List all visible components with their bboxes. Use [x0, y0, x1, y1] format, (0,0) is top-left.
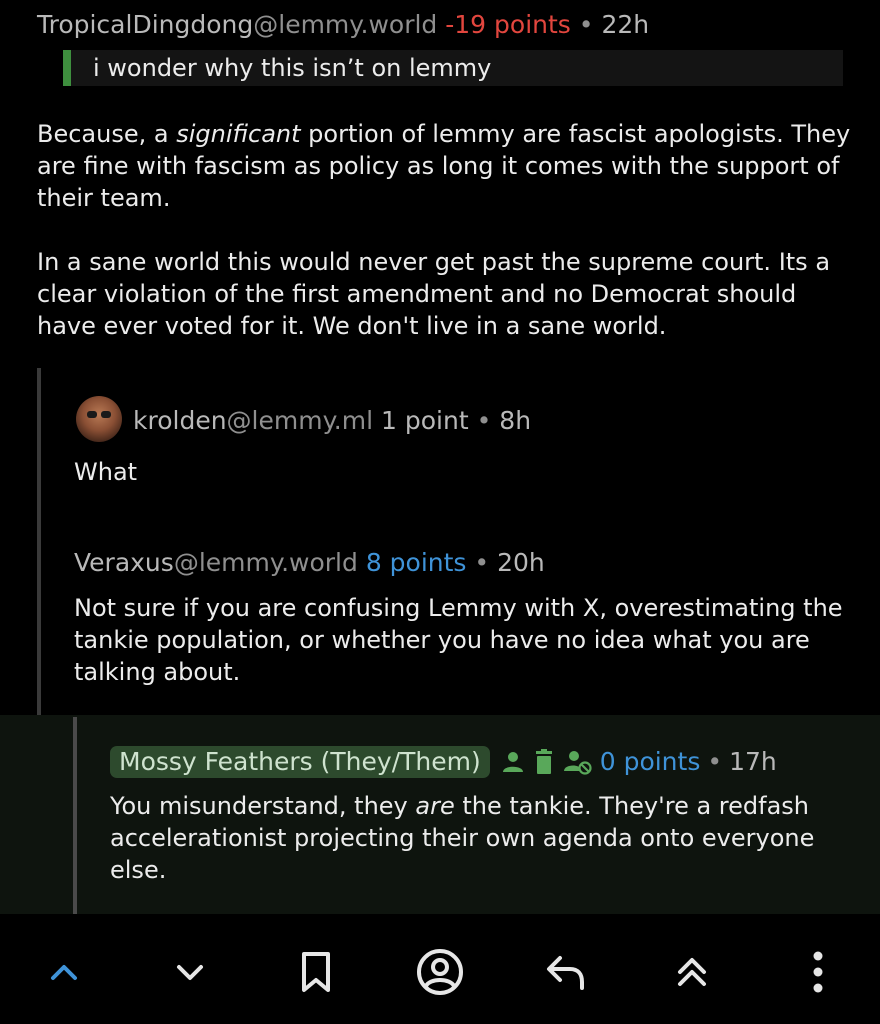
comment-time: 22h: [601, 10, 650, 39]
comment-instance[interactable]: @lemmy.world: [253, 10, 437, 39]
upvote-button[interactable]: [34, 942, 94, 1002]
comment-instance[interactable]: @lemmy.world: [174, 548, 358, 577]
comment-header-krolden: krolden@lemmy.ml 1 point • 8h: [133, 406, 531, 436]
save-button[interactable]: [286, 942, 346, 1002]
text-run: You misunderstand, they: [110, 792, 416, 820]
more-options-button[interactable]: [788, 942, 848, 1002]
emphasis-text: significant: [176, 120, 301, 148]
thread-depth-line[interactable]: [73, 717, 77, 914]
comment-instance[interactable]: @lemmy.ml: [227, 406, 374, 435]
account-circle-icon: [417, 949, 463, 995]
comment-paragraph: Because, a significant portion of lemmy …: [37, 118, 857, 214]
reply-icon: [547, 956, 584, 990]
comment-username[interactable]: TropicalDingdong: [37, 10, 253, 39]
meta-separator: •: [707, 747, 723, 776]
blockquote: i wonder why this isn’t on lemmy: [63, 50, 843, 86]
avatar-detail: [101, 411, 111, 418]
comment-header-mossy-feathers: Mossy Feathers (They/Them) 0 points • 17…: [110, 745, 777, 779]
bottom-action-bar: [0, 914, 880, 1024]
comment-body: You misunderstand, they are the tankie. …: [110, 790, 870, 886]
person-icon: [502, 752, 523, 772]
avatar-detail: [87, 411, 97, 418]
jump-to-parent-button[interactable]: [662, 942, 722, 1002]
comment-header-veraxus: Veraxus@lemmy.world 8 points • 20h: [74, 548, 545, 578]
highlighted-comment[interactable]: Mossy Feathers (They/Them) 0 points • 17…: [0, 715, 880, 914]
trash-icon: [535, 749, 552, 774]
comment-points: -19 points: [445, 10, 571, 39]
more-vertical-icon: [813, 951, 823, 993]
meta-separator: •: [476, 406, 492, 435]
bookmark-icon: [302, 952, 330, 992]
comment-username[interactable]: krolden: [133, 406, 227, 435]
meta-separator: •: [474, 548, 490, 577]
text-run: Because, a: [37, 120, 177, 148]
downvote-button[interactable]: [160, 942, 220, 1002]
double-chevron-up-icon: [678, 958, 706, 986]
comment-time: 8h: [499, 406, 532, 435]
comment-points: 0 points: [599, 747, 701, 776]
person-block-icon: [563, 751, 592, 775]
emphasis-text: are: [415, 792, 455, 820]
comment-header-tropicaldingdong: TropicalDingdong@lemmy.world -19 points …: [37, 10, 649, 40]
view-profile-button[interactable]: [410, 942, 470, 1002]
comment-time: 20h: [497, 548, 545, 577]
comment-time: 17h: [729, 747, 777, 776]
quote-bar: [63, 50, 71, 86]
user-badges: [502, 749, 592, 775]
quote-text: i wonder why this isn’t on lemmy: [93, 54, 492, 82]
chevron-down-icon: [177, 965, 203, 980]
comment-body: What: [74, 458, 138, 486]
avatar[interactable]: [76, 396, 122, 442]
comment-points: 1 point: [381, 406, 469, 435]
meta-separator: •: [578, 10, 594, 39]
comment-username[interactable]: Veraxus: [74, 548, 174, 577]
reply-button[interactable]: [536, 942, 596, 1002]
comment-body: Because, a significant portion of lemmy …: [37, 118, 857, 342]
comment-paragraph: In a sane world this would never get pas…: [37, 248, 831, 340]
comment-username-pill[interactable]: Mossy Feathers (They/Them): [110, 746, 490, 778]
comment-body: Not sure if you are confusing Lemmy with…: [74, 594, 843, 686]
chevron-up-icon: [51, 965, 77, 980]
comment-points: 8 points: [365, 548, 467, 577]
